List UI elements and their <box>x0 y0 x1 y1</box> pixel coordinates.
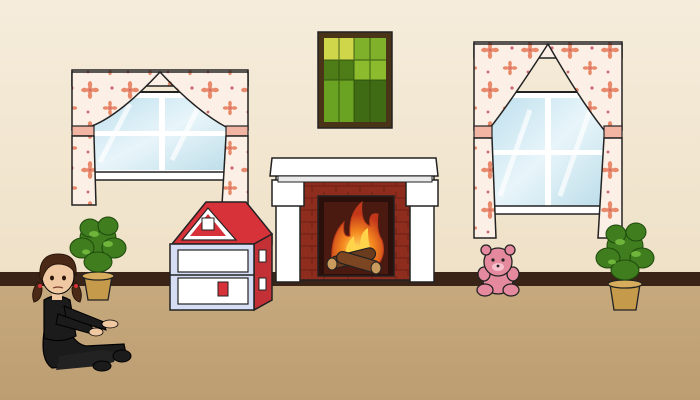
floor <box>0 286 700 400</box>
scene-canvas <box>0 0 700 400</box>
living-room-scene <box>0 0 700 400</box>
fireplace[interactable] <box>269 157 439 283</box>
wall-painting[interactable] <box>317 31 393 129</box>
teddy-bear[interactable] <box>476 244 520 297</box>
